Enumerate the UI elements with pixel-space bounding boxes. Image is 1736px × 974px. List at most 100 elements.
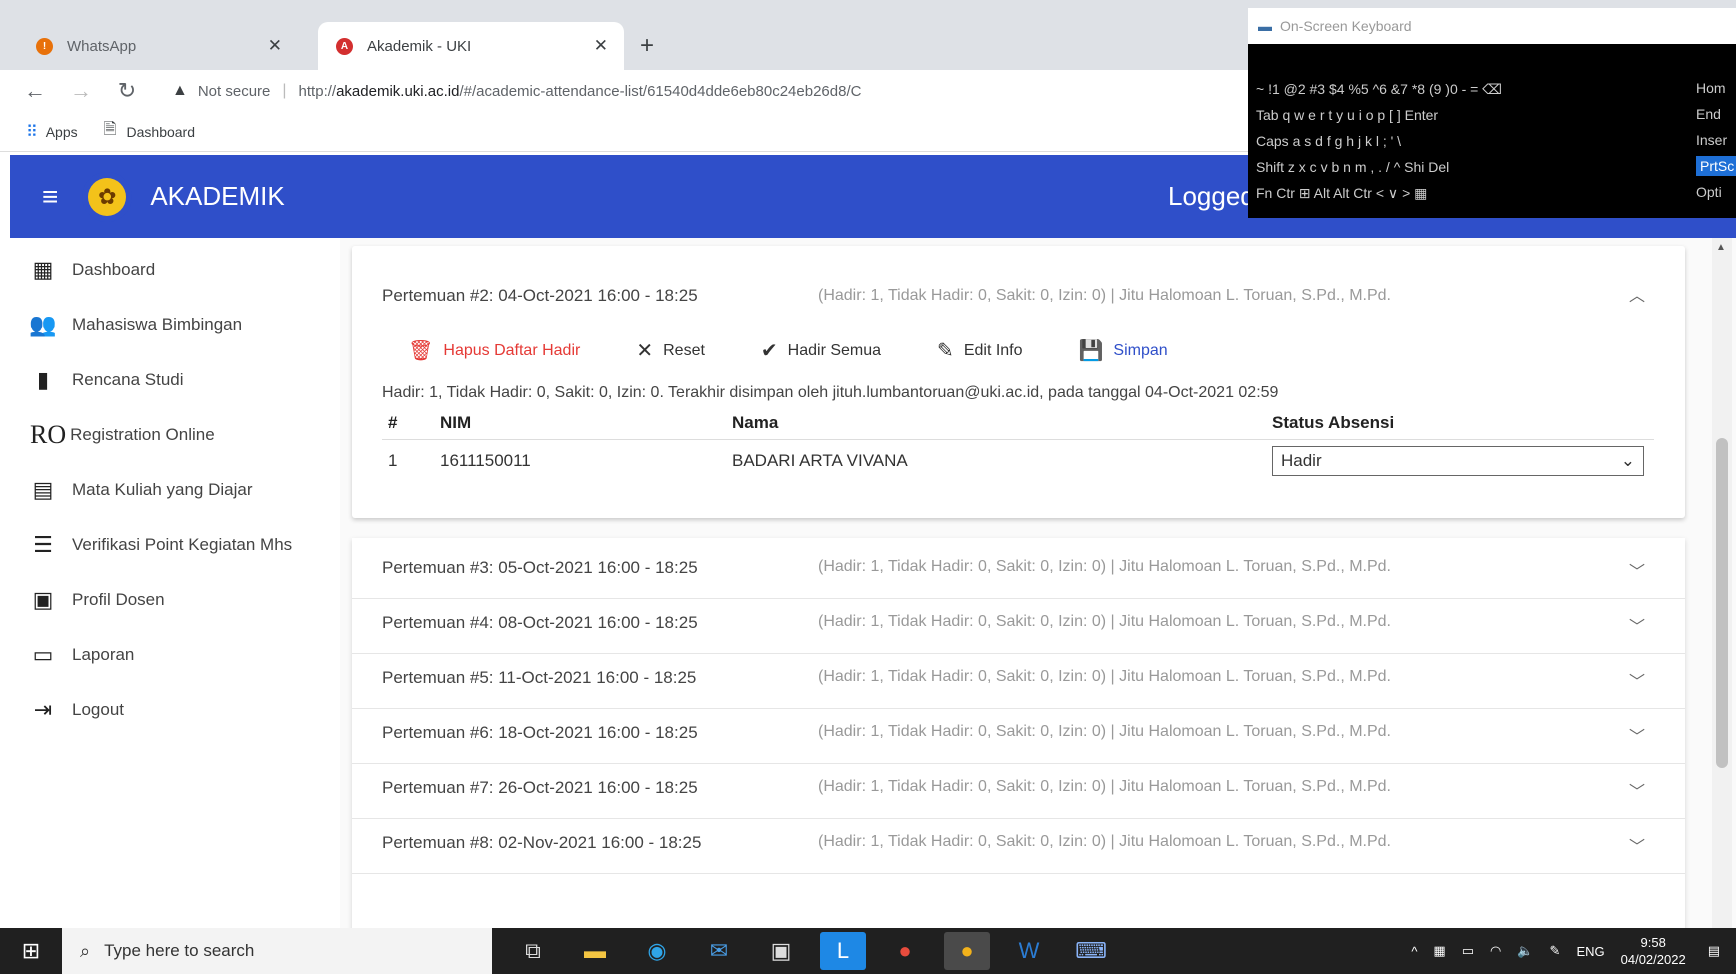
meeting-row[interactable]: Pertemuan #5: 11-Oct-2021 16:00 - 18:25 … xyxy=(352,648,1685,709)
osk-key-row[interactable]: Shift z x c v b n m , . / ^ Shi Del xyxy=(1256,154,1449,180)
chrome-icon[interactable]: ● xyxy=(882,932,928,970)
meeting-actions: 🗑 Hapus Daftar Hadir ✕ Reset ✔ Hadir Sem… xyxy=(408,338,1224,363)
close-x-icon: ✕ xyxy=(636,340,654,362)
page-scrollbar[interactable]: ▲ xyxy=(1712,238,1732,928)
chevron-down-icon[interactable]: ﹀ xyxy=(1629,723,1645,747)
sidebar-item-logout[interactable]: ⇥ Logout xyxy=(30,690,124,730)
table-row: 1 1611150011 BADARI ARTA VIVANA Hadir ⌄ xyxy=(382,440,1654,482)
system-tray: ^ ▦ ▭ ◠ 🔈 ✎ ENG 9:58 04/02/2022 ▤ xyxy=(1411,928,1736,974)
sidebar-item-mata-kuliah[interactable]: ▤ Mata Kuliah yang Diajar xyxy=(30,470,253,510)
osk-key-row[interactable]: Tab q w e r t y u i o p [ ] Enter xyxy=(1256,102,1438,128)
notification-icon[interactable]: ▤ xyxy=(1708,943,1720,959)
tray-wifi-icon[interactable]: ◠ xyxy=(1490,943,1501,959)
chevron-down-icon[interactable]: ﹀ xyxy=(1629,613,1645,637)
check-circle-icon: ✔ xyxy=(760,340,778,362)
save-button[interactable]: 💾 Simpan xyxy=(1079,338,1168,363)
osk-key-prtsc[interactable]: PrtSc xyxy=(1696,156,1736,176)
sidebar-item-label: Registration Online xyxy=(70,425,215,444)
sidebar-item-laporan[interactable]: ▭ Laporan xyxy=(30,635,135,675)
forward-arrow-icon[interactable]: → xyxy=(70,78,92,104)
tray-pen-icon[interactable]: ✎ xyxy=(1550,943,1561,959)
file-explorer-icon[interactable]: ▬ xyxy=(572,932,618,970)
meeting-row[interactable]: Pertemuan #4: 08-Oct-2021 16:00 - 18:25 … xyxy=(352,593,1685,654)
lync-icon[interactable]: L xyxy=(820,932,866,970)
sidebar-item-verifikasi-point[interactable]: ☰ Verifikasi Point Kegiatan Mhs xyxy=(30,525,292,565)
angular-favicon-icon: A xyxy=(336,37,353,55)
row-number: 1 xyxy=(388,451,398,470)
mail-icon[interactable]: ✉ xyxy=(696,932,742,970)
chevron-down-icon[interactable]: ﹀ xyxy=(1629,558,1645,582)
sidebar-item-mahasiswa-bimbingan[interactable]: 👥 Mahasiswa Bimbingan xyxy=(29,305,242,345)
osk-key-row[interactable]: ~ !1 @2 #3 $4 %5 ^6 &7 *8 (9 )0 - = ⌫ xyxy=(1256,76,1502,102)
tray-volume-icon[interactable]: 🔈 xyxy=(1517,943,1533,959)
new-tab-button[interactable]: + xyxy=(640,32,654,60)
task-view-icon[interactable]: ⧉ xyxy=(510,932,556,970)
meeting-info: (Hadir: 1, Tidak Hadir: 0, Sakit: 0, Izi… xyxy=(818,613,1391,630)
meeting-row[interactable]: Pertemuan #7: 26-Oct-2021 16:00 - 18:25 … xyxy=(352,758,1685,819)
url-field[interactable]: http://akademik.uki.ac.id/#/academic-att… xyxy=(299,83,862,100)
close-tab-icon[interactable]: ✕ xyxy=(594,36,608,56)
apps-grid-icon: ⠿ xyxy=(26,123,38,141)
taskbar-search[interactable]: ⌕ Type here to search xyxy=(62,928,492,974)
bookmark-apps[interactable]: ⠿ Apps xyxy=(26,122,78,142)
chevron-down-icon[interactable]: ﹀ xyxy=(1629,778,1645,802)
osk-key-end[interactable]: End xyxy=(1696,106,1736,122)
keyboard-app-icon[interactable]: ⌨ xyxy=(1068,932,1114,970)
scrollbar-thumb[interactable] xyxy=(1716,438,1728,768)
security-indicator[interactable]: ▲ Not secure xyxy=(172,82,270,100)
osk-key-insert[interactable]: Inser xyxy=(1696,132,1736,148)
menu-hamburger-icon[interactable]: ≡ xyxy=(42,181,58,213)
sidebar-item-label: Laporan xyxy=(72,645,135,664)
status-select[interactable]: Hadir ⌄ xyxy=(1272,446,1644,476)
store-icon[interactable]: ▣ xyxy=(758,932,804,970)
profile-card-icon: ▣ xyxy=(32,587,54,612)
logout-icon: ⇥ xyxy=(33,697,53,722)
scroll-up-arrow-icon[interactable]: ▲ xyxy=(1716,242,1726,253)
edge-icon[interactable]: ◉ xyxy=(634,932,680,970)
row-nama: BADARI ARTA VIVANA xyxy=(732,451,908,470)
delete-attendance-button[interactable]: 🗑 Hapus Daftar Hadir xyxy=(408,338,580,363)
meeting-row[interactable]: Pertemuan #8: 02-Nov-2021 16:00 - 18:25 … xyxy=(352,813,1685,874)
chrome-active-icon[interactable]: ● xyxy=(944,932,990,970)
pencil-icon: ✎ xyxy=(937,340,954,362)
osk-key-options[interactable]: Opti xyxy=(1696,184,1736,200)
search-icon: ⌕ xyxy=(80,940,91,961)
back-arrow-icon[interactable]: ← xyxy=(24,78,46,104)
osk-title-bar[interactable]: ▬ On-Screen Keyboard xyxy=(1248,8,1736,44)
language-indicator[interactable]: ENG xyxy=(1576,944,1604,959)
tab-akademik[interactable]: A Akademik - UKI ✕ xyxy=(318,22,624,70)
tray-network-icon[interactable]: ▦ xyxy=(1433,943,1445,959)
sidebar-item-rencana-studi[interactable]: ▮ Rencana Studi xyxy=(30,360,184,400)
meeting-row[interactable]: Pertemuan #6: 18-Oct-2021 16:00 - 18:25 … xyxy=(352,703,1685,764)
action-label: Edit Info xyxy=(963,341,1023,359)
chevron-up-icon[interactable]: ︿ xyxy=(1629,282,1645,306)
osk-key-row[interactable]: Caps a s d f g h j k l ; ' \ xyxy=(1256,128,1401,154)
bookmark-dashboard[interactable]: 🗎 Dashboard xyxy=(104,118,195,145)
column-header: # xyxy=(388,412,398,432)
mark-all-present-button[interactable]: ✔ Hadir Semua xyxy=(761,338,881,363)
sidebar-item-dashboard[interactable]: ▦ Dashboard xyxy=(30,250,156,290)
taskbar-clock[interactable]: 9:58 04/02/2022 xyxy=(1621,934,1686,968)
row-status-cell: Hadir ⌄ xyxy=(1272,446,1654,476)
windows-start-icon[interactable]: ⊞ xyxy=(0,928,62,974)
meeting-row[interactable]: Pertemuan #3: 05-Oct-2021 16:00 - 18:25 … xyxy=(352,538,1685,599)
security-label: Not secure xyxy=(197,82,271,100)
url-path: /#/academic-attendance-list/61540d4dde6e… xyxy=(459,82,862,100)
osk-key-home[interactable]: Hom xyxy=(1696,80,1736,96)
uki-logo: ✿ xyxy=(82,171,133,222)
tab-whatsapp[interactable]: ! WhatsApp ✕ xyxy=(18,22,298,70)
edit-info-button[interactable]: ✎ Edit Info xyxy=(937,338,1022,363)
chevron-down-icon[interactable]: ﹀ xyxy=(1629,833,1645,857)
word-icon[interactable]: W xyxy=(1006,932,1052,970)
sidebar-item-profil-dosen[interactable]: ▣ Profil Dosen xyxy=(30,580,165,620)
chevron-down-icon[interactable]: ﹀ xyxy=(1629,668,1645,692)
tray-battery-icon[interactable]: ▭ xyxy=(1462,943,1474,959)
trash-icon: 🗑 xyxy=(408,340,434,362)
reload-icon[interactable]: ↻ xyxy=(116,78,138,104)
osk-key-row[interactable]: Fn Ctr ⊞ Alt Alt Ctr < ∨ > ▦ xyxy=(1256,180,1427,206)
tray-chevron-up-icon[interactable]: ^ xyxy=(1411,944,1417,959)
sidebar-item-registration-online[interactable]: RO Registration Online xyxy=(30,415,215,455)
reset-button[interactable]: ✕ Reset xyxy=(636,338,705,363)
close-tab-icon[interactable]: ✕ xyxy=(268,36,282,56)
meeting-title[interactable]: Pertemuan #2: 04-Oct-2021 16:00 - 18:25 xyxy=(382,286,698,306)
